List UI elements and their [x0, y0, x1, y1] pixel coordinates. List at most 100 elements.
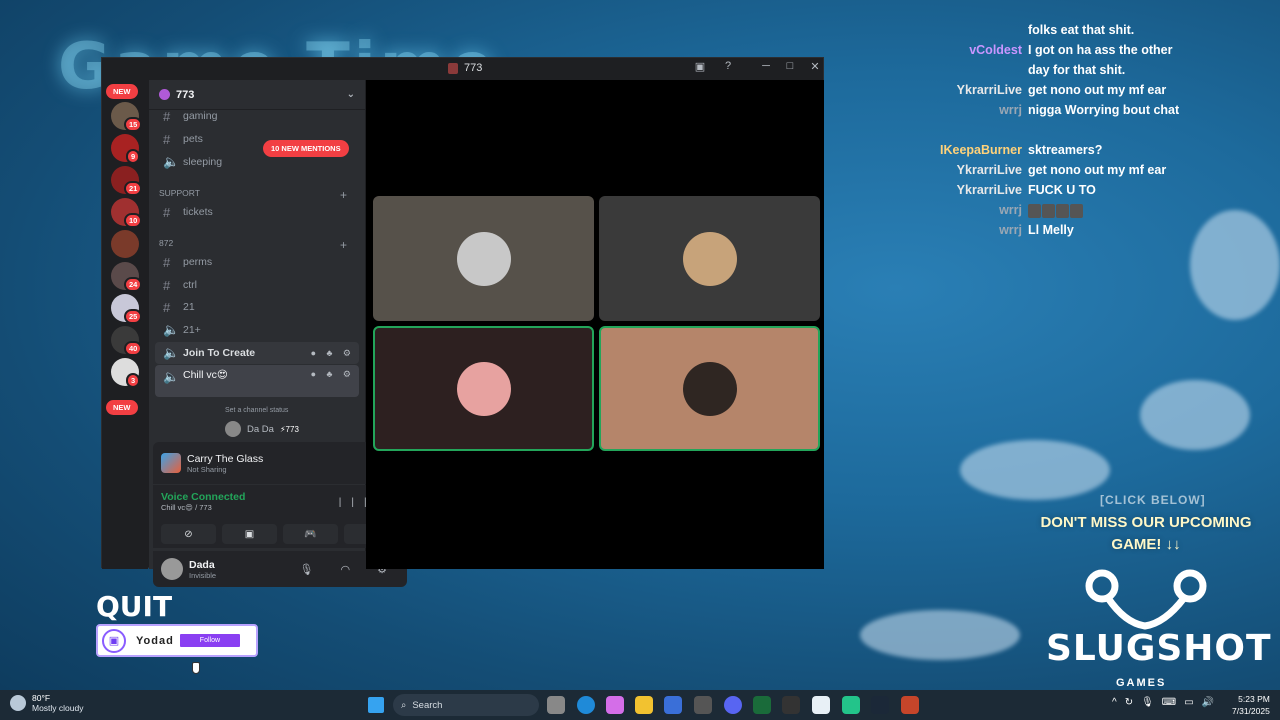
channel-status[interactable]: Set a channel status — [225, 407, 288, 414]
task-view-icon[interactable] — [547, 696, 565, 714]
minimize-button[interactable]: ─ — [756, 60, 776, 72]
speaker-icon: 🔈 — [163, 154, 180, 169]
hash-icon: # — [163, 277, 171, 293]
background-cloud — [960, 440, 1110, 500]
discord-window: 773 ▣ ? ─ □ ✕ NEW 15 9 21 10 24 25 40 3 … — [101, 57, 825, 587]
channel-ctrl[interactable]: # ctrl — [155, 274, 359, 296]
mention-badge: 10 — [124, 213, 143, 228]
background-cloud — [1140, 380, 1250, 450]
store-icon[interactable] — [664, 696, 682, 714]
chat-username: wrrj — [999, 103, 1022, 117]
avatar — [682, 231, 737, 286]
search-box[interactable]: ⌕ Search — [393, 694, 539, 716]
channel-join-to-create[interactable]: 🔈 Join To Create ● ♣ ⚙ — [155, 342, 359, 364]
app-icon[interactable] — [842, 696, 860, 714]
mouse-cursor-icon — [192, 662, 200, 674]
background-cloud — [1190, 210, 1280, 320]
add-channel-icon[interactable]: + — [340, 188, 347, 202]
close-button[interactable]: ✕ — [805, 60, 825, 73]
chat-message: wrrj — [900, 200, 1188, 220]
video-tile[interactable] — [599, 196, 820, 321]
chat-username: IKeepaBurner — [940, 143, 1022, 157]
channel-chill-vc[interactable]: 🔈 Chill vc😍 ● ♣ ⚙ — [155, 365, 359, 397]
channel-sidebar: 773 ⌄ # gaming 10 NEW MENTIONS # pets 🔈 sle… — [149, 80, 407, 587]
chat-username: wrrj — [999, 223, 1022, 237]
help-icon[interactable]: ? — [718, 60, 738, 72]
chat-message: wrrj Ll Melly — [900, 220, 1188, 240]
new-pill[interactable]: NEW — [106, 400, 138, 415]
voice-status[interactable]: Voice Connected — [161, 491, 245, 503]
hash-icon: # — [163, 299, 171, 315]
chat-message: wrrj nigga Worrying bout chat — [900, 100, 1188, 120]
avatar — [225, 421, 241, 437]
mention-badge: 9 — [126, 149, 141, 164]
steam-icon[interactable] — [871, 696, 889, 714]
chat-text: I got on ha ass the other day for that s… — [1028, 43, 1173, 77]
channel-actions-icon[interactable]: ● ♣ ⚙ — [311, 369, 359, 380]
guild-name: 773 — [176, 88, 195, 101]
category-support[interactable]: SUPPORT + — [159, 188, 347, 202]
avatar[interactable] — [161, 558, 183, 580]
maximize-button[interactable]: □ — [780, 60, 800, 72]
chat-username: YkrarriLive — [956, 183, 1022, 197]
channel-perms[interactable]: # perms — [155, 251, 359, 273]
channel-actions-icon[interactable]: ● ♣ ⚙ — [311, 348, 359, 359]
notepad-icon[interactable] — [812, 696, 830, 714]
chat-message: YkrarriLive get nono out my mf ear — [900, 80, 1188, 100]
slugshot-brand-sub: GAMES — [1116, 677, 1167, 689]
voice-channel: Chill vc😍 / 773 — [161, 503, 212, 512]
xbox-icon[interactable] — [753, 696, 771, 714]
app-icon[interactable] — [782, 696, 800, 714]
camera-button[interactable]: ⊘ — [161, 524, 216, 544]
avatar — [456, 231, 511, 286]
chat-text: folks eat that shit. — [1028, 23, 1135, 37]
channel-sleeping[interactable]: 🔈 sleeping — [155, 151, 359, 173]
share-screen-button[interactable]: ▣ — [222, 524, 277, 544]
server-icon[interactable] — [111, 230, 139, 258]
channel-pets[interactable]: # pets — [155, 128, 359, 150]
video-tile[interactable] — [373, 196, 594, 321]
channel-tickets[interactable]: # tickets — [155, 201, 359, 223]
video-tile[interactable] — [599, 326, 820, 451]
chat-message: folks eat that shit. — [900, 20, 1188, 40]
chat-text: FUCK U TO — [1028, 183, 1096, 197]
chevron-down-icon[interactable]: ⌄ — [347, 89, 355, 100]
new-pill[interactable]: NEW — [106, 84, 138, 99]
inbox-icon[interactable]: ▣ — [690, 60, 710, 73]
speaker-icon: 🔈 — [163, 322, 180, 337]
discord-icon[interactable] — [724, 696, 742, 714]
slugshot-brand: SLUGSHOT — [1046, 628, 1272, 669]
system-tray-icons[interactable]: ^↻🎙⌨▭🔊 — [1112, 697, 1222, 708]
activity-title: Carry The Glass — [187, 452, 264, 465]
voice-member[interactable]: Da Da ⚡773 — [225, 421, 299, 437]
copilot-icon[interactable] — [606, 696, 624, 714]
user-name: Dada — [189, 558, 215, 571]
twitch-follow-button[interactable]: Follow — [179, 634, 241, 647]
channel-21-plus[interactable]: 🔈 21+ — [155, 319, 359, 341]
weather-widget[interactable]: 80°F Mostly cloudy — [10, 693, 84, 713]
video-tile[interactable] — [373, 326, 594, 451]
add-channel-icon[interactable]: + — [340, 238, 347, 252]
category-872[interactable]: 872 + — [159, 238, 347, 252]
file-explorer-icon[interactable] — [635, 696, 653, 714]
chat-username: YkrarriLive — [956, 83, 1022, 97]
edge-icon[interactable] — [577, 696, 595, 714]
twitch-follow-card: ▣ Yodad Follow — [96, 624, 258, 657]
twitch-icon: ▣ — [102, 628, 126, 653]
twitch-channel-name: Yodad — [136, 634, 174, 647]
chat-emote-icon — [1028, 203, 1041, 218]
channel-21[interactable]: #21 — [155, 296, 359, 318]
channel-gaming[interactable]: # gaming — [155, 105, 359, 127]
chat-message: YkrarriLive get nono out my mf ear — [900, 160, 1188, 180]
start-button[interactable] — [368, 697, 384, 713]
clock[interactable]: 5:23 PM 7/31/2025 — [1232, 693, 1270, 717]
background-cloud — [860, 610, 1020, 660]
chat-username: wrrj — [999, 203, 1022, 217]
activity-button[interactable]: 🎮 — [283, 524, 338, 544]
guild-icon — [159, 89, 170, 100]
app-icon[interactable] — [694, 696, 712, 714]
server-icon — [448, 62, 458, 74]
chat-emote-icon — [1056, 203, 1069, 218]
app-icon[interactable] — [901, 696, 919, 714]
mention-badge: 21 — [124, 181, 143, 196]
